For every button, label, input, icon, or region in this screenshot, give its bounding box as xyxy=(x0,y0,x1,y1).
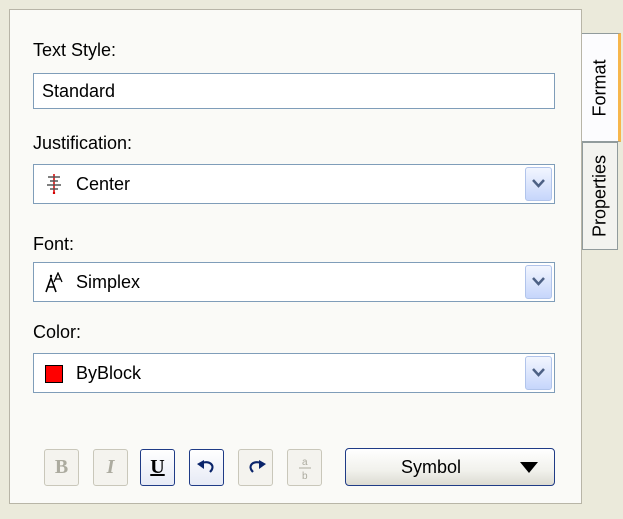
font-combo[interactable]: Simplex xyxy=(33,262,555,302)
color-dropdown-button[interactable] xyxy=(525,356,552,390)
italic-button[interactable]: I xyxy=(93,449,128,486)
color-combo[interactable]: ByBlock xyxy=(33,353,555,393)
bold-button[interactable]: B xyxy=(44,449,79,486)
color-value: ByBlock xyxy=(76,363,142,383)
bold-icon: B xyxy=(54,456,69,478)
dropdown-arrow-icon xyxy=(520,462,538,473)
underline-button[interactable]: U xyxy=(140,449,175,486)
justification-value: Center xyxy=(76,174,131,194)
chevron-down-icon xyxy=(532,179,545,188)
stack-fraction-icon: a b xyxy=(298,457,311,482)
svg-text:a: a xyxy=(302,457,308,468)
undo-icon xyxy=(196,460,214,473)
font-dropdown-button[interactable] xyxy=(525,265,552,299)
tab-format[interactable]: Format xyxy=(582,33,621,142)
justification-dropdown-button[interactable] xyxy=(525,167,552,201)
undo-button[interactable] xyxy=(189,449,224,486)
redo-icon xyxy=(248,460,266,473)
underline-icon: U xyxy=(150,456,165,478)
text-style-field[interactable]: Standard xyxy=(33,73,555,109)
chevron-down-icon xyxy=(532,368,545,377)
symbol-button[interactable]: Symbol xyxy=(345,448,555,486)
redo-button[interactable] xyxy=(238,449,273,486)
chevron-down-icon xyxy=(532,277,545,286)
svg-text:b: b xyxy=(302,471,308,481)
italic-icon: I xyxy=(106,456,115,478)
symbol-label: Symbol xyxy=(401,457,462,477)
tab-format-label: Format xyxy=(589,58,610,117)
font-value: Simplex xyxy=(76,272,141,292)
tab-properties-label: Properties xyxy=(589,154,610,238)
justification-combo[interactable]: Center xyxy=(33,164,555,204)
justification-label: Justification: xyxy=(33,133,133,153)
justify-center-icon xyxy=(44,174,64,195)
color-swatch xyxy=(45,365,63,383)
font-label: Font: xyxy=(33,234,75,254)
text-style-label: Text Style: xyxy=(33,40,117,60)
font-icon xyxy=(44,271,64,293)
tab-properties[interactable]: Properties xyxy=(582,142,618,250)
stack-button[interactable]: a b xyxy=(287,449,322,486)
color-label: Color: xyxy=(33,322,82,342)
